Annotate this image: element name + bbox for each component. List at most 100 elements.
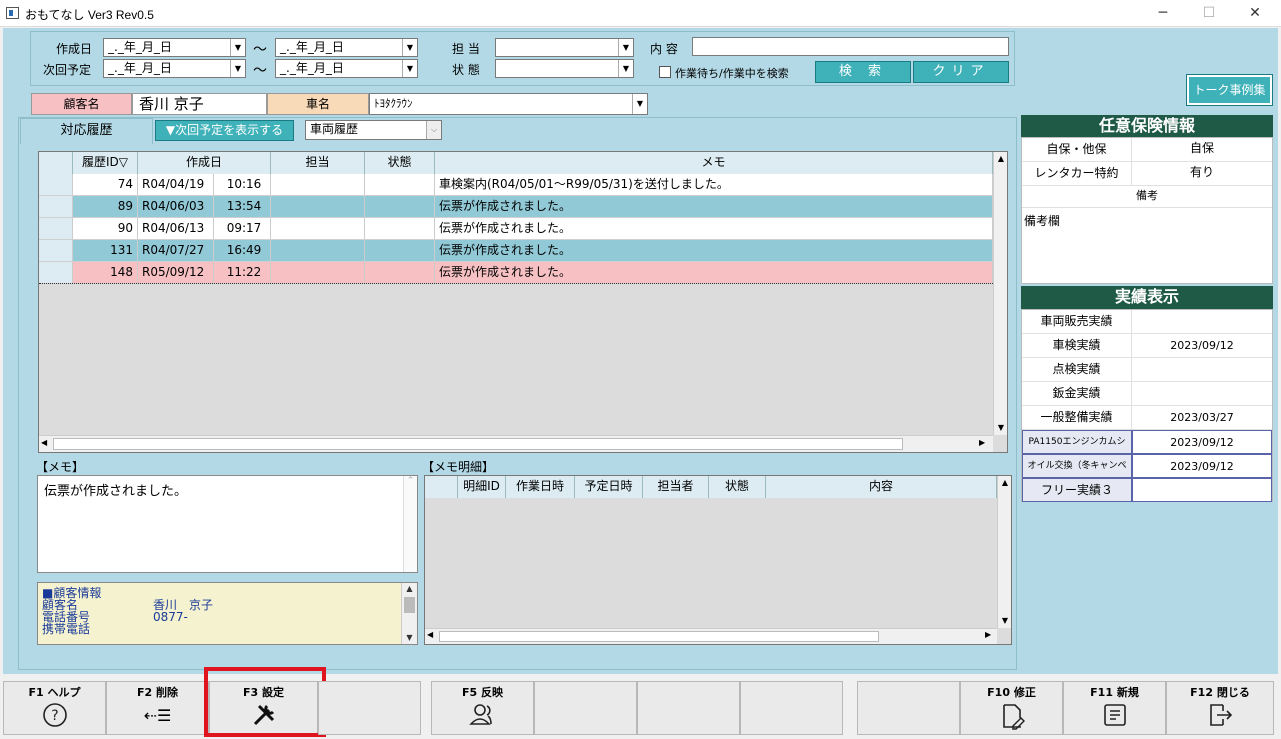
- empty-fkey[interactable]: [740, 681, 843, 735]
- row-selector[interactable]: [39, 262, 73, 283]
- clear-button[interactable]: クリア: [913, 61, 1009, 83]
- search-button[interactable]: 検 索: [815, 61, 911, 83]
- result-value: [1132, 358, 1272, 382]
- row-selector[interactable]: [39, 174, 73, 195]
- detail-hscroll[interactable]: ◀ ▶: [425, 628, 997, 644]
- result-label: 一般整備実績: [1022, 406, 1132, 430]
- staff-select[interactable]: ▼: [495, 38, 634, 57]
- status-select[interactable]: ▼: [495, 59, 634, 78]
- detail-vscroll[interactable]: ▲ ▼: [997, 476, 1011, 628]
- table-row[interactable]: 74 R04/04/19 10:16 車検案内(R04/05/01〜R99/05/31…: [39, 174, 993, 196]
- empty-fkey[interactable]: [857, 681, 960, 735]
- content-input[interactable]: [692, 37, 1009, 56]
- scroll-down-icon[interactable]: ▼: [402, 632, 417, 644]
- scroll-thumb[interactable]: [439, 631, 879, 642]
- dropdown-arrow-icon[interactable]: ▼: [632, 94, 647, 114]
- insurance-note-label: 備考: [1022, 186, 1272, 208]
- detail-col-id[interactable]: 明細ID: [458, 476, 506, 498]
- next-from-field[interactable]: _._年_月_日 ▼: [103, 59, 246, 78]
- f5-apply-button[interactable]: F5 反映: [431, 681, 534, 735]
- grid-corner: [39, 152, 73, 174]
- empty-fkey[interactable]: [534, 681, 637, 735]
- dropdown-arrow-icon[interactable]: ▼: [402, 60, 417, 77]
- empty-fkey[interactable]: [637, 681, 740, 735]
- scroll-up-icon[interactable]: ▲: [998, 476, 1011, 490]
- insurance-r1-label: 自保・他保: [1022, 138, 1132, 162]
- tab-history[interactable]: 対応履歴: [20, 118, 153, 144]
- grid-corner: [425, 476, 458, 498]
- app-icon: [6, 7, 19, 19]
- f12-label: F12 閉じる: [1190, 686, 1250, 699]
- result-value: [1132, 478, 1272, 502]
- next-date-label: 次回予定: [43, 63, 92, 77]
- table-row[interactable]: 148 R05/09/12 11:22 伝票が作成されました。: [39, 262, 993, 284]
- minimize-button[interactable]: ─: [1140, 0, 1186, 27]
- empty-fkey[interactable]: [318, 681, 421, 735]
- memo-detail-grid: 明細ID 作業日時 予定日時 担当者 状態 内容 ▲ ▼ ◀ ▶: [424, 475, 1012, 645]
- tilde: 〜: [253, 63, 267, 79]
- scroll-thumb[interactable]: [404, 597, 415, 613]
- scroll-left-icon[interactable]: ◀: [427, 630, 433, 639]
- customer-info-vscroll[interactable]: ▲ ▼: [401, 583, 417, 644]
- maximize-button[interactable]: ☐: [1186, 0, 1232, 27]
- table-row[interactable]: 90 R04/06/13 09:17 伝票が作成されました。: [39, 218, 993, 240]
- waiting-checkbox[interactable]: [659, 66, 671, 78]
- col-header-staff[interactable]: 担当: [271, 152, 365, 174]
- detail-col-work-date[interactable]: 作業日時: [506, 476, 575, 498]
- scroll-thumb[interactable]: [53, 438, 903, 450]
- row-selector[interactable]: [39, 196, 73, 217]
- view-select[interactable]: 車両履歴 ⌵: [305, 120, 442, 140]
- f10-edit-button[interactable]: F10 修正: [960, 681, 1063, 735]
- cell-status: [365, 196, 435, 217]
- cell-id: 90: [73, 218, 138, 239]
- staff-label: 担 当: [452, 42, 480, 56]
- row-selector[interactable]: [39, 218, 73, 239]
- scroll-down-icon[interactable]: ▼: [994, 421, 1007, 435]
- car-name-label: 車名: [267, 93, 369, 115]
- scroll-left-icon[interactable]: ◀: [41, 438, 47, 447]
- created-from-field[interactable]: _._年_月_日 ▼: [103, 38, 246, 57]
- row-selector[interactable]: [39, 240, 73, 261]
- f2-delete-button[interactable]: F2 削除 ⇠☰: [106, 681, 209, 735]
- col-header-id[interactable]: 履歴ID▽: [73, 152, 138, 174]
- table-row[interactable]: 131 R04/07/27 16:49 伝票が作成されました。: [39, 240, 993, 262]
- detail-col-status[interactable]: 状態: [709, 476, 766, 498]
- show-next-schedule-button[interactable]: ▼次回予定を表示する: [155, 120, 294, 141]
- dropdown-arrow-icon[interactable]: ▼: [230, 60, 245, 77]
- history-vscroll[interactable]: ▲ ▼: [993, 152, 1007, 435]
- col-header-memo[interactable]: メモ: [435, 152, 993, 174]
- next-to-field[interactable]: _._年_月_日 ▼: [275, 59, 418, 78]
- chevron-down-icon[interactable]: ⌵: [426, 121, 441, 139]
- dropdown-arrow-icon[interactable]: ▼: [618, 39, 633, 56]
- scroll-right-icon[interactable]: ▶: [979, 438, 985, 447]
- close-button[interactable]: ✕: [1232, 0, 1278, 27]
- f1-help-button[interactable]: F1 ヘルプ ?: [3, 681, 106, 735]
- scroll-right-icon[interactable]: ▶: [985, 630, 991, 639]
- result-label: 鈑金実績: [1022, 382, 1132, 406]
- created-to-field[interactable]: _._年_月_日 ▼: [275, 38, 418, 57]
- car-name-select[interactable]: ﾄﾖﾀｸﾗｳﾝ ▼: [369, 93, 648, 115]
- table-row[interactable]: 89 R04/06/03 13:54 伝票が作成されました。: [39, 196, 993, 218]
- dropdown-arrow-icon[interactable]: ▼: [230, 39, 245, 56]
- result-label: PA1150エンジンカムシ: [1022, 430, 1132, 454]
- col-header-status[interactable]: 状態: [365, 152, 435, 174]
- memo-vscroll[interactable]: ⌃: [403, 476, 417, 572]
- detail-col-content[interactable]: 内容: [766, 476, 997, 498]
- dropdown-arrow-icon[interactable]: ▼: [618, 60, 633, 77]
- dropdown-arrow-icon[interactable]: ▼: [402, 39, 417, 56]
- scroll-down-icon[interactable]: ▼: [998, 614, 1011, 628]
- f12-close-button[interactable]: F12 閉じる: [1166, 681, 1274, 735]
- detail-col-plan-date[interactable]: 予定日時: [575, 476, 643, 498]
- cell-staff: [271, 262, 365, 283]
- col-header-date[interactable]: 作成日: [138, 152, 271, 174]
- history-hscroll[interactable]: ◀ ▶: [39, 435, 993, 452]
- scroll-up-icon[interactable]: ▲: [402, 583, 417, 595]
- detail-col-staff[interactable]: 担当者: [643, 476, 709, 498]
- scroll-up-icon[interactable]: ▲: [994, 152, 1007, 166]
- result-value: 2023/09/12: [1132, 454, 1272, 478]
- customer-info-box: ■顧客情報 顧客名 香川 京子 電話番号 0877- 携帯電話 ▲ ▼: [37, 582, 418, 645]
- tilde: 〜: [253, 42, 267, 58]
- talk-examples-button[interactable]: トーク事例集: [1186, 74, 1273, 106]
- f11-new-button[interactable]: F11 新規: [1063, 681, 1166, 735]
- memo-textarea[interactable]: 伝票が作成されました。 ⌃: [37, 475, 418, 573]
